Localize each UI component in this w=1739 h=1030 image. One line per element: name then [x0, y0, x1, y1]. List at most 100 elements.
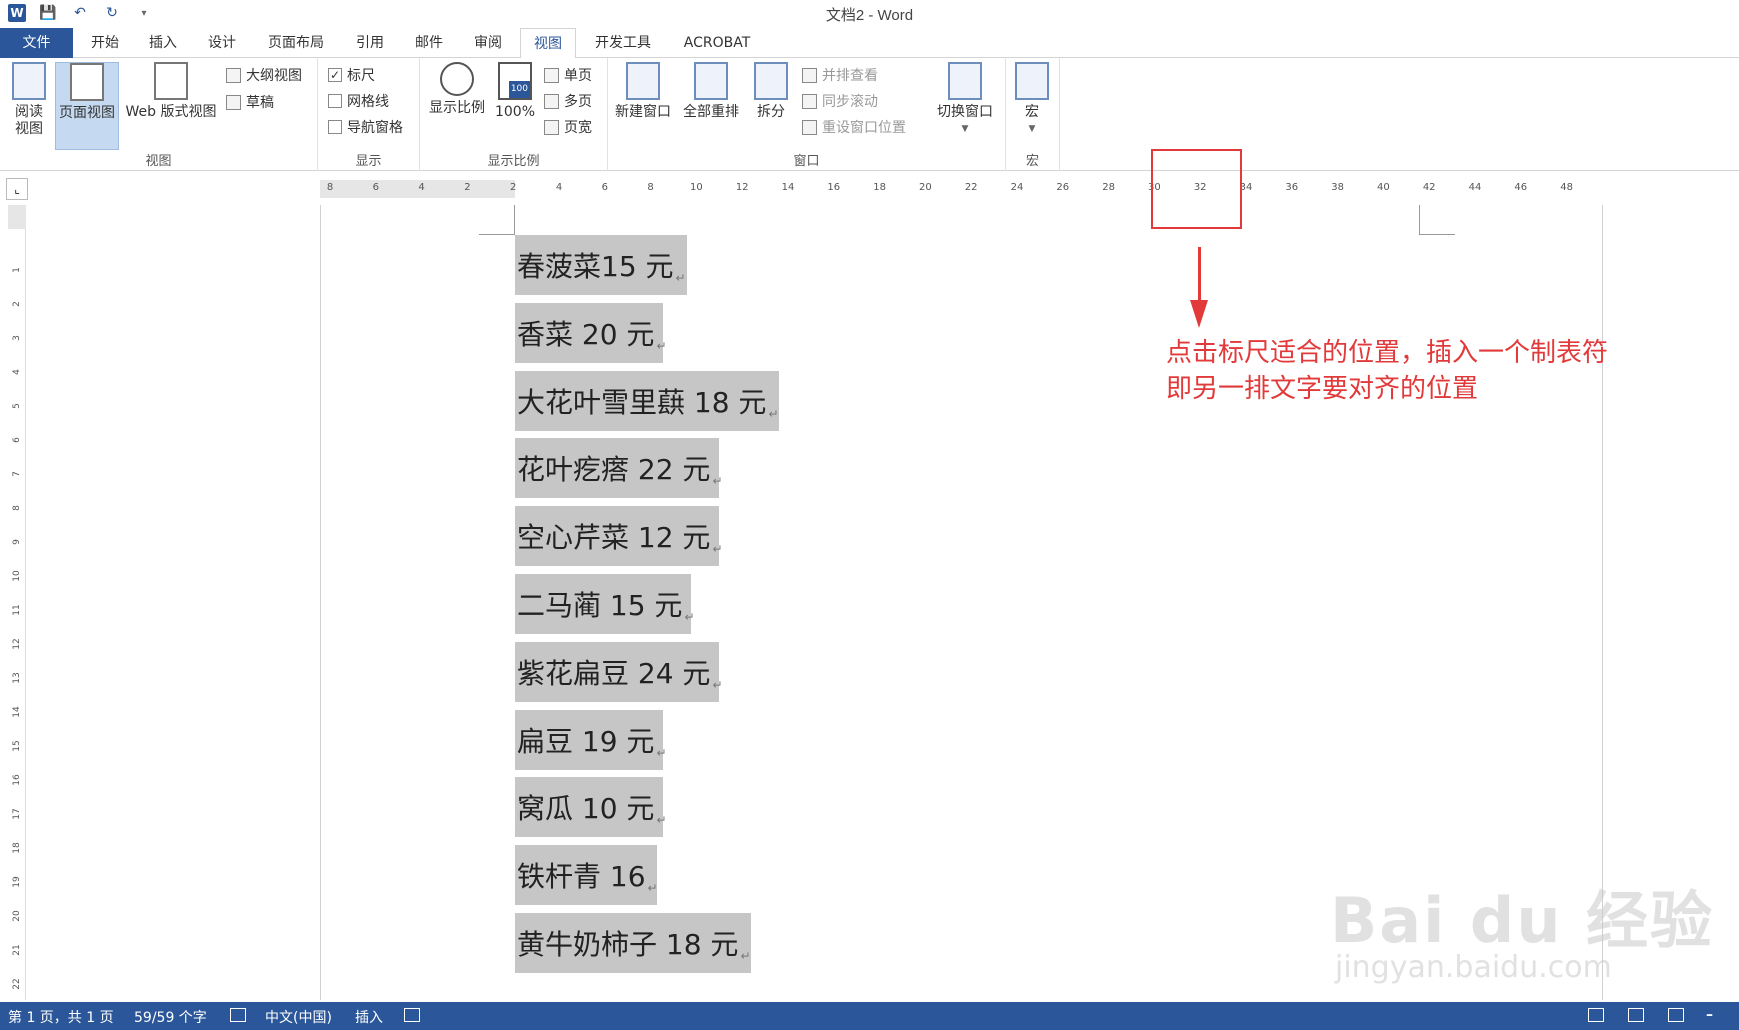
tab-acrobat[interactable]: ACROBAT	[674, 28, 760, 58]
print-layout-button[interactable]: 页面视图	[55, 62, 119, 150]
macros-group-label: 宏	[1025, 154, 1039, 169]
ruler-tick-label: 2	[510, 182, 517, 193]
switch-windows-label: 切换窗口	[937, 104, 993, 120]
ruler-tick-label: 36	[1285, 182, 1299, 193]
tab-view[interactable]: 视图	[520, 28, 576, 59]
zoom-100-label: 100%	[494, 104, 536, 120]
vertical-ruler[interactable]: 1 2 3 4 5 6 7 8 9 10 11 12 13 14 15 16 17 18 19 20 21 22	[8, 205, 26, 1000]
tab-file[interactable]: 文件	[0, 28, 73, 58]
status-page[interactable]: 第 1 页，共 1 页	[8, 1007, 114, 1027]
reset-position-button[interactable]: 重设窗口位置	[802, 116, 906, 138]
vruler-tick-label: 10	[12, 570, 22, 582]
vruler-tick-label: 3	[12, 335, 22, 341]
tab-references[interactable]: 引用	[347, 28, 393, 58]
switch-windows-dropdown-icon: ▼	[961, 124, 969, 134]
paragraph-mark: ↵	[684, 610, 695, 624]
paragraph-line[interactable]: 春菠菜15 元 ↵	[515, 235, 687, 295]
zoom-out-icon[interactable]: –	[1706, 1007, 1713, 1023]
sync-scroll-icon	[802, 93, 817, 109]
vruler-tick-label: 4	[12, 369, 22, 375]
multi-page-label: 多页	[564, 94, 592, 110]
side-by-side-label: 并排查看	[822, 68, 878, 84]
proofing-icon[interactable]	[230, 1008, 246, 1022]
gridlines-checkbox[interactable]: 网格线	[328, 90, 389, 112]
read-mode-label-2: 视图	[15, 121, 43, 137]
status-bar: 第 1 页，共 1 页 59/59 个字 中文(中国) 插入 –	[0, 1002, 1739, 1030]
status-mode[interactable]: 插入	[355, 1007, 383, 1027]
split-icon	[754, 62, 788, 100]
paragraph-line[interactable]: 扁豆 19 元 ↵	[515, 709, 667, 770]
vruler-tick-label: 15	[12, 740, 22, 752]
zoom-group-label: 显示比例	[487, 154, 540, 169]
tab-review[interactable]: 审阅	[465, 28, 511, 58]
ruler-tick-label: 2	[464, 182, 471, 193]
tab-developer[interactable]: 开发工具	[585, 28, 661, 58]
sync-scroll-button[interactable]: 同步滚动	[802, 90, 878, 112]
web-layout-view-icon[interactable]	[1668, 1008, 1684, 1022]
page-width-button[interactable]: 页宽	[544, 116, 592, 138]
paragraph-line[interactable]: 窝瓜 10 元 ↵	[515, 777, 667, 838]
vruler-tick-label: 9	[12, 539, 22, 545]
paragraph-mark: ↵	[712, 542, 723, 557]
vruler-tick-label: 16	[12, 774, 22, 786]
tab-mailings[interactable]: 邮件	[406, 28, 452, 58]
paragraph-text: 空心芹菜 12 元	[517, 521, 711, 555]
outline-button[interactable]: 大纲视图	[226, 64, 302, 86]
show-group-label: 显示	[355, 154, 382, 169]
macros-button[interactable]: 宏 ▼	[1010, 62, 1054, 138]
status-words[interactable]: 59/59 个字	[134, 1007, 207, 1027]
web-layout-button[interactable]: Web 版式视图	[121, 62, 221, 121]
vruler-tick-label: 8	[12, 505, 22, 511]
nav-pane-checkbox[interactable]: 导航窗格	[328, 116, 403, 138]
sync-scroll-label: 同步滚动	[822, 94, 878, 110]
multi-page-icon	[544, 93, 559, 109]
paragraph-mark: ↵	[647, 881, 658, 896]
paragraph-line[interactable]: 二马蔺 15 元 ↵	[515, 574, 695, 634]
switch-windows-button[interactable]: 切换窗口 ▼	[930, 62, 1000, 138]
ruler-tick-label: 4	[555, 182, 563, 193]
reset-position-icon	[802, 119, 817, 135]
arrange-all-button[interactable]: 全部重排	[678, 62, 744, 121]
paragraph-line[interactable]: 花叶疙瘩 22 元 ↵	[515, 438, 723, 499]
paragraph-line[interactable]: 黄牛奶柿子 18 元 ↵	[515, 913, 751, 973]
tab-insert[interactable]: 插入	[140, 28, 186, 58]
paragraph-line[interactable]: 香菜 20 元 ↵	[515, 302, 667, 363]
draft-button[interactable]: 草稿	[226, 91, 274, 113]
ruler-checkbox[interactable]: ✓ 标尺	[328, 64, 375, 86]
tab-page-layout[interactable]: 页面布局	[258, 28, 334, 58]
one-page-button[interactable]: 单页	[544, 64, 592, 86]
new-window-label: 新建窗口	[615, 104, 671, 120]
paragraph-line[interactable]: 大花叶雪里蕻 18 元 ↵	[515, 370, 779, 431]
tab-selector-button[interactable]: ⌞	[6, 178, 28, 200]
paragraph-mark: ↵	[740, 949, 751, 963]
multi-page-button[interactable]: 多页	[544, 90, 592, 112]
outline-icon	[226, 67, 241, 83]
draft-label: 草稿	[246, 95, 274, 111]
paragraph-line[interactable]: 空心芹菜 12 元 ↵	[515, 506, 723, 567]
print-layout-view-icon[interactable]	[1628, 1008, 1644, 1022]
arrange-all-icon	[694, 62, 728, 100]
arrow-shaft	[1198, 247, 1201, 302]
split-label: 拆分	[757, 104, 785, 120]
new-window-button[interactable]: 新建窗口	[610, 62, 676, 121]
paragraph-line[interactable]: 铁杆青 16 ↵	[515, 845, 658, 906]
read-mode-button[interactable]: 阅读 视图	[6, 62, 52, 138]
tab-design[interactable]: 设计	[199, 28, 245, 58]
side-by-side-button[interactable]: 并排查看	[802, 64, 878, 86]
vruler-tick-label: 11	[12, 604, 22, 616]
paragraph-mark: ↵	[712, 474, 723, 489]
horizontal-ruler[interactable]: 8 6 4 2 2 4 6 8 10 12 14 16 18 20 22 24 26 28 30 32 34 36 38 40…	[320, 180, 1737, 198]
macros-dropdown-icon: ▼	[1028, 124, 1036, 134]
tab-home[interactable]: 开始	[82, 28, 128, 58]
split-button[interactable]: 拆分	[746, 62, 796, 121]
zoom-100-button[interactable]: 100 100%	[492, 62, 538, 121]
read-mode-view-icon[interactable]	[1588, 1008, 1604, 1022]
paragraph-line[interactable]: 紫花扁豆 24 元 ↵	[515, 641, 723, 702]
zoom-button[interactable]: 显示比例	[424, 62, 490, 117]
ruler-tick-label: 12	[735, 182, 749, 193]
macro-record-icon[interactable]	[404, 1008, 420, 1022]
annotation-text: 点击标尺适合的位置，插入一个制表符 即另一排文字要对齐的位置	[1166, 335, 1608, 407]
status-language[interactable]: 中文(中国)	[265, 1007, 332, 1027]
ruler-tick-label: 48	[1560, 182, 1573, 193]
ruler-tick-label: 14	[781, 182, 795, 193]
